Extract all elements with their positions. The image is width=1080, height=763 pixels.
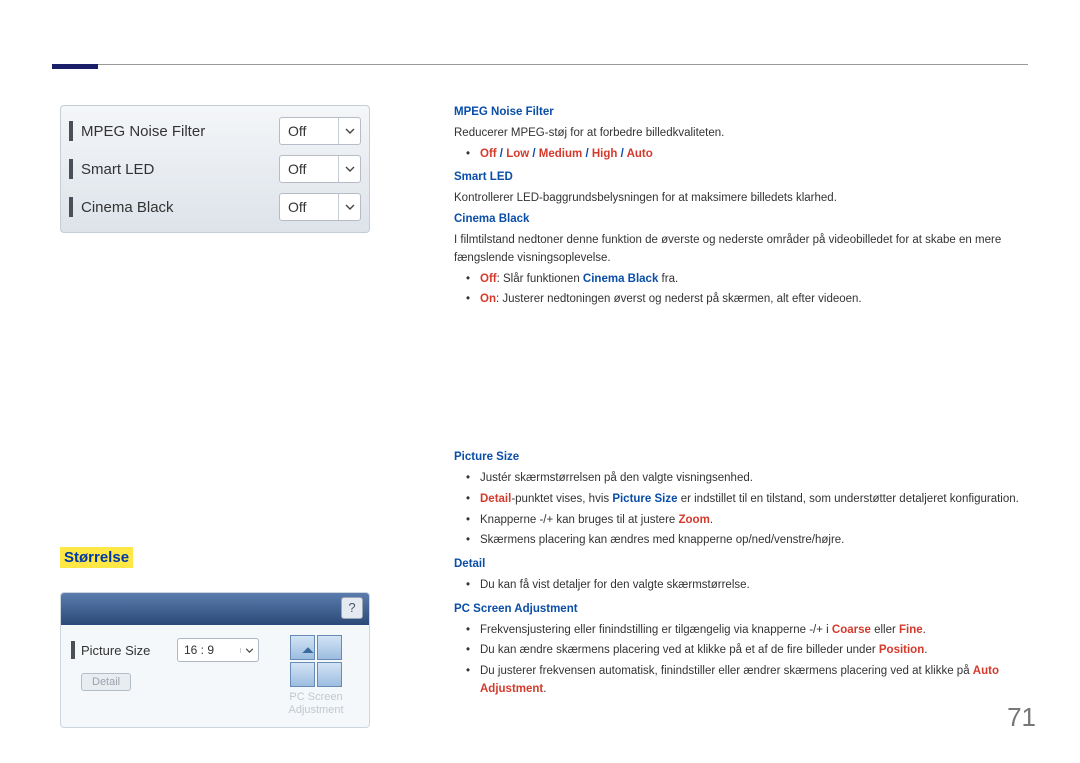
osd2-left: Picture Size 16 : 9 Detail	[71, 635, 259, 717]
section-2: Picture Size Justér skærmstørrelsen på d…	[454, 449, 1030, 699]
osd-label: Smart LED	[81, 161, 279, 178]
osd-row-smartled: Smart LED Off	[69, 150, 361, 188]
osd-label: MPEG Noise Filter	[81, 123, 279, 140]
heading-mpeg: MPEG Noise Filter	[454, 104, 1030, 122]
osd2-header: ?	[61, 593, 369, 625]
desc-cinema: I filmtilstand nedtoner denne funktion d…	[454, 232, 1030, 268]
osd-row-cinema: Cinema Black Off	[69, 188, 361, 226]
chevron-down-icon	[338, 118, 360, 144]
section-title-storrelse: Størrelse	[60, 547, 133, 568]
list-mpeg-options: Off / Low / Medium / High / Auto	[466, 146, 1030, 164]
osd2-value: 16 : 9	[178, 643, 240, 657]
osd2-right: PC ScreenAdjustment	[273, 635, 359, 717]
osd2-label: Picture Size	[81, 643, 177, 658]
left-column: MPEG Noise Filter Off Smart LED Off Cine…	[60, 105, 370, 728]
row-marker	[69, 197, 73, 217]
desc-smartled: Kontrollerer LED-baggrundsbelysningen fo…	[454, 190, 1030, 208]
header-accent	[52, 64, 98, 69]
osd-select[interactable]: Off	[279, 193, 361, 221]
osd2-row-picturesize: Picture Size 16 : 9	[71, 635, 259, 665]
row-marker	[69, 121, 73, 141]
osd-value: Off	[280, 161, 338, 177]
heading-picsize: Picture Size	[454, 449, 1030, 467]
chevron-down-icon	[240, 648, 258, 653]
osd2-body: Picture Size 16 : 9 Detail PC ScreenAdju…	[61, 625, 369, 727]
header-divider	[52, 64, 1028, 65]
list-cinema: Off: Slår funktionen Cinema Black fra. O…	[466, 271, 1030, 310]
osd-select[interactable]: Off	[279, 155, 361, 183]
detail-button[interactable]: Detail	[81, 673, 131, 691]
osd2-select[interactable]: 16 : 9	[177, 638, 259, 662]
position-quad-icon[interactable]	[290, 635, 342, 687]
heading-detail: Detail	[454, 556, 1030, 574]
help-icon[interactable]: ?	[341, 597, 363, 619]
osd-label: Cinema Black	[81, 199, 279, 216]
row-marker	[71, 641, 75, 659]
list-picsize: Justér skærmstørrelsen på den valgte vis…	[466, 470, 1030, 550]
heading-smartled: Smart LED	[454, 169, 1030, 187]
heading-cinema: Cinema Black	[454, 211, 1030, 229]
osd-panel-1: MPEG Noise Filter Off Smart LED Off Cine…	[60, 105, 370, 233]
osd-panel-2: ? Picture Size 16 : 9 Detail	[60, 592, 370, 728]
osd-select[interactable]: Off	[279, 117, 361, 145]
pc-screen-label: PC ScreenAdjustment	[273, 691, 359, 717]
list-pcadj: Frekvensjustering eller finindstilling e…	[466, 622, 1030, 699]
right-column: MPEG Noise Filter Reducerer MPEG-støj fo…	[454, 104, 1030, 705]
osd-value: Off	[280, 199, 338, 215]
osd-row-mpeg: MPEG Noise Filter Off	[69, 112, 361, 150]
row-marker	[69, 159, 73, 179]
heading-pcadj: PC Screen Adjustment	[454, 601, 1030, 619]
desc-mpeg: Reducerer MPEG-støj for at forbedre bill…	[454, 125, 1030, 143]
chevron-down-icon	[338, 156, 360, 182]
chevron-down-icon	[338, 194, 360, 220]
page-number: 71	[1007, 702, 1036, 733]
osd-value: Off	[280, 123, 338, 139]
list-detail: Du kan få vist detaljer for den valgte s…	[466, 577, 1030, 595]
